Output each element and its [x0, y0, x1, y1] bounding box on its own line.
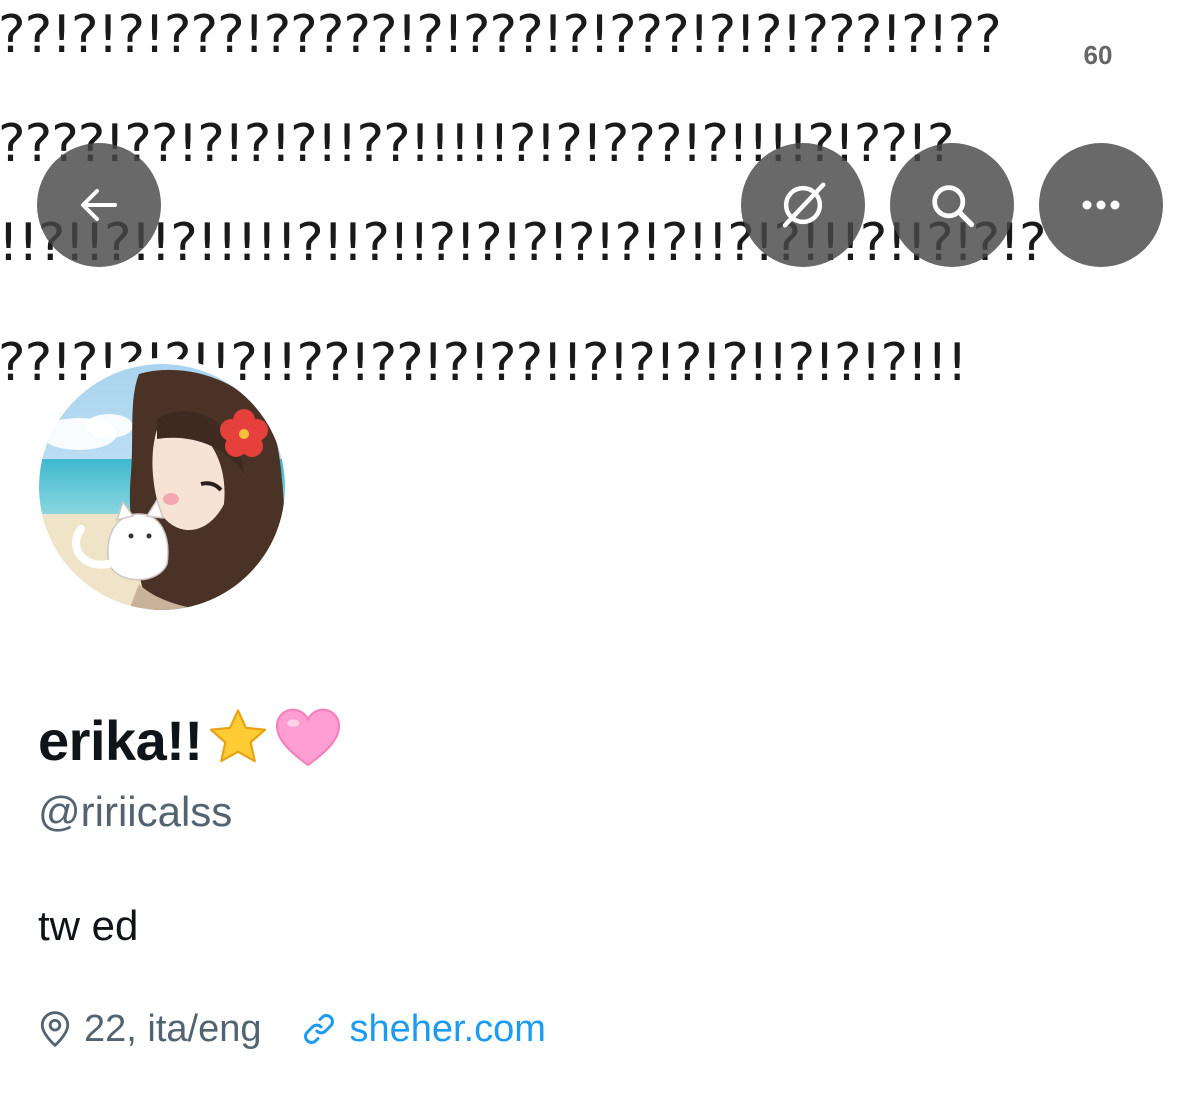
- back-button[interactable]: [37, 143, 161, 267]
- grok-icon: [782, 182, 826, 228]
- search-icon: [932, 185, 975, 228]
- display-name-row: erika!!: [38, 700, 343, 780]
- display-name: erika!!: [38, 708, 203, 772]
- user-handle: @ririicalss: [38, 788, 233, 835]
- profile-banner[interactable]: ??!?!?!???!?????!?!???!?!???!?!?!???!?!?…: [0, 0, 1200, 410]
- link-icon: [304, 1014, 335, 1044]
- star-emoji: [205, 705, 271, 776]
- frame-counter: 60: [1074, 38, 1122, 72]
- arrow-left-icon: [81, 189, 117, 221]
- more-horizontal-icon: [1082, 200, 1120, 210]
- avatar-image: [39, 364, 285, 610]
- avatar[interactable]: [33, 358, 291, 616]
- banner-text-line: ??!?!?!???!?????!?!???!?!???!?!?!???!?!?…: [0, 5, 1002, 65]
- pink-heart-emoji: [273, 705, 343, 776]
- grok-button[interactable]: [741, 143, 865, 267]
- website-text[interactable]: sheher.com: [349, 1008, 545, 1051]
- location-pin-icon: [40, 1011, 70, 1048]
- user-bio: tw ed: [38, 902, 139, 949]
- location-item: 22, ita/eng: [38, 1008, 261, 1051]
- location-text: 22, ita/eng: [84, 1007, 262, 1050]
- website-link[interactable]: sheher.com: [301, 1008, 546, 1051]
- more-button[interactable]: [1039, 143, 1163, 267]
- profile-meta: 22, ita/eng sheher.com: [38, 1004, 546, 1054]
- search-button[interactable]: [890, 143, 1014, 267]
